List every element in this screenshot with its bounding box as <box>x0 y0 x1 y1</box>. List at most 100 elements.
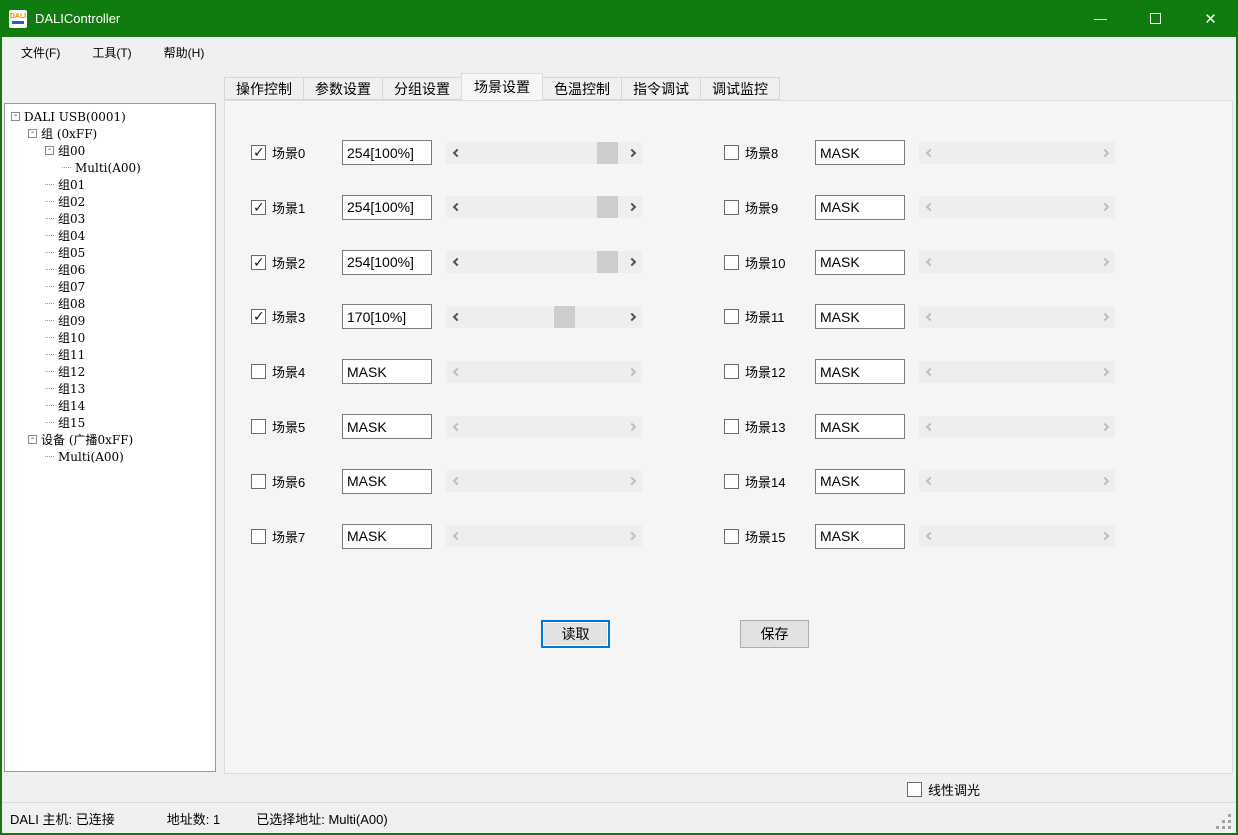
scrollbar-left-arrow[interactable] <box>919 416 938 438</box>
tree-item[interactable]: 组15 <box>5 414 215 431</box>
scrollbar-left-arrow[interactable] <box>919 251 938 273</box>
scrollbar-track[interactable] <box>465 306 623 328</box>
scrollbar-track[interactable] <box>938 470 1096 492</box>
scene-scrollbar[interactable] <box>919 361 1115 383</box>
scrollbar-right-arrow[interactable] <box>1096 361 1115 383</box>
scrollbar-track[interactable] <box>938 251 1096 273</box>
scene-scrollbar[interactable] <box>919 525 1115 547</box>
scene-checkbox[interactable] <box>251 364 266 379</box>
maximize-button[interactable] <box>1128 0 1183 37</box>
scrollbar-right-arrow[interactable] <box>623 196 642 218</box>
resize-grip[interactable] <box>1215 813 1231 829</box>
scene-value-input[interactable] <box>342 250 432 275</box>
scrollbar-left-arrow[interactable] <box>919 196 938 218</box>
scrollbar-thumb[interactable] <box>597 251 618 273</box>
scrollbar-track[interactable] <box>465 251 623 273</box>
device-tree-panel[interactable]: - DALI USB(0001) - 组 (0xFF) - 组00 Multi(… <box>4 103 216 772</box>
scrollbar-left-arrow[interactable] <box>919 361 938 383</box>
scrollbar-track[interactable] <box>938 525 1096 547</box>
tree-collapse-icon[interactable]: - <box>28 435 37 444</box>
scene-checkbox[interactable] <box>251 419 266 434</box>
tab[interactable]: 操作控制 <box>224 77 304 100</box>
scene-scrollbar[interactable] <box>446 525 642 547</box>
scrollbar-left-arrow[interactable] <box>446 416 465 438</box>
scene-checkbox[interactable] <box>724 364 739 379</box>
scene-checkbox[interactable] <box>724 419 739 434</box>
scene-scrollbar[interactable] <box>446 470 642 492</box>
tree-item[interactable]: - 组00 <box>5 142 215 159</box>
scene-checkbox[interactable] <box>724 474 739 489</box>
scene-value-input[interactable] <box>342 304 432 329</box>
scrollbar-track[interactable] <box>465 142 623 164</box>
tree-collapse-icon[interactable]: - <box>11 112 20 121</box>
scene-value-input[interactable] <box>342 359 432 384</box>
scene-checkbox[interactable] <box>251 309 266 324</box>
tree-item[interactable]: 组11 <box>5 346 215 363</box>
tree-item[interactable]: 组03 <box>5 210 215 227</box>
scene-scrollbar[interactable] <box>446 416 642 438</box>
scrollbar-right-arrow[interactable] <box>1096 142 1115 164</box>
scene-checkbox[interactable] <box>724 529 739 544</box>
scrollbar-right-arrow[interactable] <box>1096 525 1115 547</box>
tab[interactable]: 指令调试 <box>621 77 701 100</box>
scene-scrollbar[interactable] <box>446 306 642 328</box>
scrollbar-left-arrow[interactable] <box>446 361 465 383</box>
scrollbar-right-arrow[interactable] <box>1096 306 1115 328</box>
title-bar[interactable]: DALI DALIController — ✕ <box>0 0 1238 37</box>
scrollbar-track[interactable] <box>465 470 623 492</box>
scrollbar-right-arrow[interactable] <box>623 251 642 273</box>
scrollbar-right-arrow[interactable] <box>623 470 642 492</box>
tree-item[interactable]: 组07 <box>5 278 215 295</box>
scene-value-input[interactable] <box>815 414 905 439</box>
scrollbar-left-arrow[interactable] <box>919 470 938 492</box>
scrollbar-thumb[interactable] <box>597 142 618 164</box>
scene-value-input[interactable] <box>342 469 432 494</box>
scene-value-input[interactable] <box>815 524 905 549</box>
scrollbar-track[interactable] <box>938 361 1096 383</box>
scrollbar-left-arrow[interactable] <box>446 142 465 164</box>
tree-item[interactable]: 组01 <box>5 176 215 193</box>
scrollbar-right-arrow[interactable] <box>1096 196 1115 218</box>
scene-scrollbar[interactable] <box>919 142 1115 164</box>
scrollbar-track[interactable] <box>938 142 1096 164</box>
tree-item[interactable]: Multi(A00) <box>5 159 215 176</box>
menu-item[interactable]: 文件(F) <box>10 39 71 66</box>
close-button[interactable]: ✕ <box>1183 0 1238 37</box>
tree-item[interactable]: - 组 (0xFF) <box>5 125 215 142</box>
scene-scrollbar[interactable] <box>446 142 642 164</box>
scene-checkbox[interactable] <box>251 145 266 160</box>
scene-scrollbar[interactable] <box>919 470 1115 492</box>
tab[interactable]: 调试监控 <box>700 77 780 100</box>
scrollbar-track[interactable] <box>938 416 1096 438</box>
tree-item[interactable]: Multi(A00) <box>5 448 215 465</box>
scrollbar-track[interactable] <box>465 525 623 547</box>
scrollbar-left-arrow[interactable] <box>919 306 938 328</box>
scrollbar-right-arrow[interactable] <box>1096 251 1115 273</box>
scrollbar-right-arrow[interactable] <box>1096 470 1115 492</box>
scene-scrollbar[interactable] <box>919 416 1115 438</box>
save-button[interactable]: 保存 <box>740 620 809 648</box>
scrollbar-track[interactable] <box>938 306 1096 328</box>
tree-item[interactable]: 组14 <box>5 397 215 414</box>
scene-value-input[interactable] <box>342 195 432 220</box>
scene-scrollbar[interactable] <box>446 361 642 383</box>
scrollbar-thumb[interactable] <box>554 306 575 328</box>
scrollbar-left-arrow[interactable] <box>919 142 938 164</box>
tab[interactable]: 场景设置 <box>461 73 543 100</box>
scene-scrollbar[interactable] <box>919 196 1115 218</box>
scrollbar-track[interactable] <box>465 361 623 383</box>
scene-scrollbar[interactable] <box>446 251 642 273</box>
tab[interactable]: 参数设置 <box>303 77 383 100</box>
scrollbar-left-arrow[interactable] <box>446 306 465 328</box>
scrollbar-track[interactable] <box>938 196 1096 218</box>
scrollbar-thumb[interactable] <box>597 196 618 218</box>
scrollbar-left-arrow[interactable] <box>446 470 465 492</box>
tree-item[interactable]: 组02 <box>5 193 215 210</box>
scene-scrollbar[interactable] <box>919 306 1115 328</box>
scene-scrollbar[interactable] <box>919 251 1115 273</box>
scrollbar-right-arrow[interactable] <box>623 416 642 438</box>
tree-item[interactable]: 组13 <box>5 380 215 397</box>
scene-value-input[interactable] <box>815 359 905 384</box>
scrollbar-left-arrow[interactable] <box>446 196 465 218</box>
tree-item[interactable]: 组06 <box>5 261 215 278</box>
